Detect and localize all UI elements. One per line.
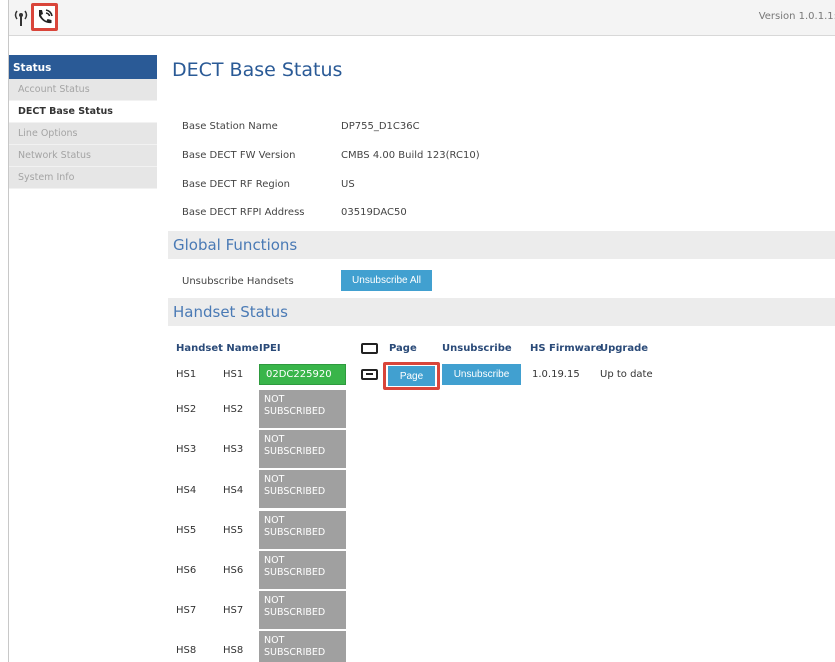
col-header-upgrade: Upgrade [600,343,649,354]
not-subscribed-badge: NOT SUBSCRIBED [259,631,346,662]
info-value: US [341,179,355,190]
info-label: Base Station Name [182,121,278,132]
info-label: Base DECT RFPI Address [182,207,305,218]
sidebar-item-system-info[interactable]: System Info [9,167,157,189]
handset-id: HS3 [176,444,197,455]
section-global-functions: Global Functions [168,231,835,259]
status-line2: SUBSCRIBED [264,647,326,658]
status-line1: NOT [264,434,285,445]
ipei-value: 02DC225920 [259,364,346,385]
info-value: 03519DAC50 [341,207,407,218]
sidebar-item-account-status[interactable]: Account Status [9,79,157,101]
handset-id: HS5 [176,525,197,536]
info-label: Base DECT FW Version [182,150,296,161]
col-header-page: Page [389,343,417,354]
page-title: DECT Base Status [172,59,343,81]
unsubscribe-handsets-label: Unsubscribe Handsets [182,276,294,287]
not-subscribed-badge: NOT SUBSCRIBED [259,470,346,508]
hs-firmware-value: 1.0.19.15 [532,369,580,380]
handset-id: HS8 [176,645,197,656]
status-line1: NOT [264,635,285,646]
handset-name: HS7 [223,605,244,616]
phone-status-button[interactable] [31,3,58,31]
not-subscribed-badge: NOT SUBSCRIBED [259,390,346,428]
status-line2: SUBSCRIBED [264,406,326,417]
handset-name: HS2 [223,404,244,415]
status-line1: NOT [264,555,285,566]
handset-name: HS1 [223,369,244,380]
unsubscribe-button[interactable]: Unsubscribe [442,364,521,385]
sidebar-item-dect-base-status[interactable]: DECT Base Status [9,101,157,123]
col-header-unsubscribe: Unsubscribe [442,343,512,354]
handset-name: HS5 [223,525,244,536]
status-line2: SUBSCRIBED [264,486,326,497]
status-line1: NOT [264,595,285,606]
not-subscribed-badge: NOT SUBSCRIBED [259,551,346,589]
col-header-handset-name: Handset Name [176,343,259,354]
info-label: Base DECT RF Region [182,179,290,190]
handset-id: HS4 [176,485,197,496]
status-line1: NOT [264,474,285,485]
page-button[interactable]: Page [388,366,435,386]
handset-id: HS1 [176,369,197,380]
phone-icon [38,9,53,24]
handset-name: HS6 [223,565,244,576]
section-title: Handset Status [173,303,288,321]
status-line2: SUBSCRIBED [264,446,326,457]
handset-id: HS6 [176,565,197,576]
status-line1: NOT [264,394,285,405]
status-line1: NOT [264,515,285,526]
info-value: CMBS 4.00 Build 123(RC10) [341,150,480,161]
handset-name: HS4 [223,485,244,496]
info-value: DP755_D1C36C [341,121,420,132]
handset-name: HS3 [223,444,244,455]
version-label: Version 1.0.1.1: [758,11,835,22]
col-header-hs-firmware: HS Firmware [530,343,603,354]
not-subscribed-badge: NOT SUBSCRIBED [259,430,346,468]
sidebar-item-network-status[interactable]: Network Status [9,145,157,167]
upgrade-status: Up to date [600,369,653,380]
keyboard-icon [361,343,378,354]
sidebar: Status Account Status DECT Base Status L… [9,55,157,189]
status-line2: SUBSCRIBED [264,567,326,578]
status-line2: SUBSCRIBED [264,607,326,618]
sidebar-title[interactable]: Status [9,55,157,79]
sidebar-item-line-options[interactable]: Line Options [9,123,157,145]
handset-id: HS7 [176,605,197,616]
handset-name: HS8 [223,645,244,656]
status-line2: SUBSCRIBED [264,527,326,538]
not-subscribed-badge: NOT SUBSCRIBED [259,591,346,629]
col-header-ipei: IPEI [259,343,281,354]
top-bar: Version 1.0.1.1: [9,0,835,36]
antenna-icon [14,10,28,26]
top-icons [12,3,58,31]
not-subscribed-badge: NOT SUBSCRIBED [259,511,346,549]
handset-id: HS2 [176,404,197,415]
page-icon [361,369,378,380]
unsubscribe-all-button[interactable]: Unsubscribe All [341,270,432,291]
section-title: Global Functions [173,236,298,254]
page-button-highlight: Page [383,362,440,390]
section-handset-status: Handset Status [168,298,835,326]
